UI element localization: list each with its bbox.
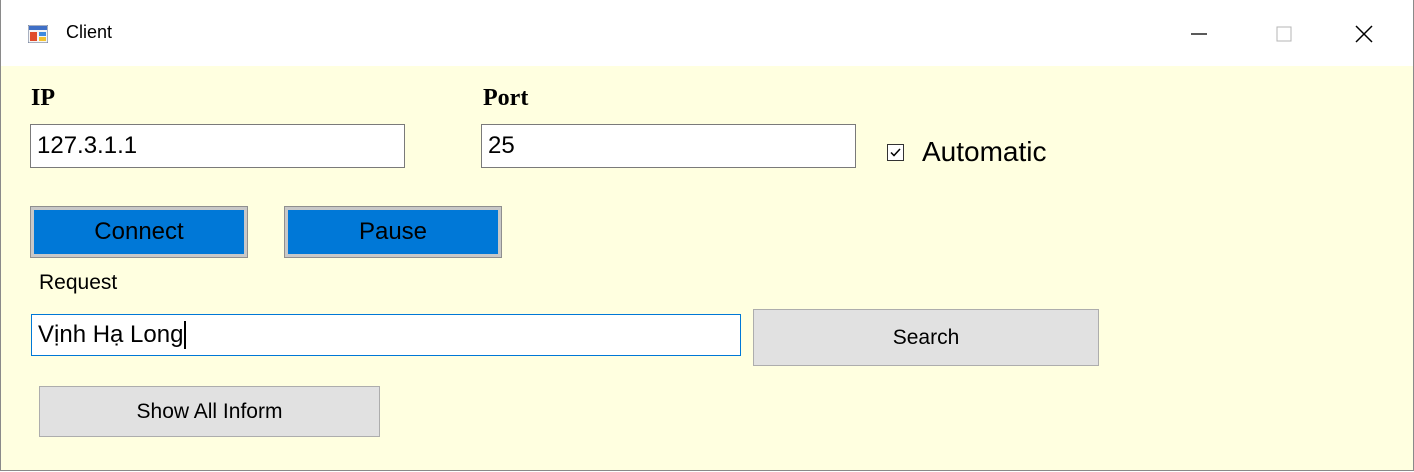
port-input[interactable]: 25 xyxy=(481,124,856,168)
window-title: Client xyxy=(66,22,113,42)
search-button[interactable]: Search xyxy=(753,309,1099,366)
search-button-label: Search xyxy=(892,325,960,349)
show-all-inform-button[interactable]: Show All Inform xyxy=(39,386,380,437)
connect-button[interactable]: Connect xyxy=(30,206,248,258)
text-caret xyxy=(184,321,187,349)
port-label: Port xyxy=(483,85,529,111)
automatic-label: Automatic xyxy=(922,136,1047,167)
maximize-button[interactable] xyxy=(1254,14,1314,54)
maximize-icon xyxy=(1276,26,1292,42)
pause-button[interactable]: Pause xyxy=(284,206,502,258)
checkmark-icon xyxy=(890,147,901,157)
show-all-inform-label: Show All Inform xyxy=(136,399,283,423)
automatic-checkbox[interactable]: Automatic xyxy=(887,136,1047,168)
checkbox-box[interactable] xyxy=(887,143,904,161)
client-window: Client IP 127.3.1.1 Port 25 Automatic Co… xyxy=(0,0,1414,471)
port-input-value: 25 xyxy=(488,132,515,159)
request-input[interactable]: Vịnh Hạ Long xyxy=(31,314,741,356)
request-input-value: Vịnh Hạ Long xyxy=(38,321,184,348)
ip-label: IP xyxy=(31,85,55,111)
connect-button-label: Connect xyxy=(94,218,184,245)
app-window-icon xyxy=(28,25,48,43)
minimize-button[interactable] xyxy=(1169,14,1229,54)
title-bar[interactable]: Client xyxy=(1,0,1413,66)
minimize-icon xyxy=(1191,33,1207,35)
request-label: Request xyxy=(39,271,118,294)
pause-button-label: Pause xyxy=(358,218,428,245)
ip-input-value: 127.3.1.1 xyxy=(37,132,138,159)
ip-input[interactable]: 127.3.1.1 xyxy=(30,124,405,168)
close-icon xyxy=(1355,25,1373,43)
close-button[interactable] xyxy=(1334,14,1394,54)
